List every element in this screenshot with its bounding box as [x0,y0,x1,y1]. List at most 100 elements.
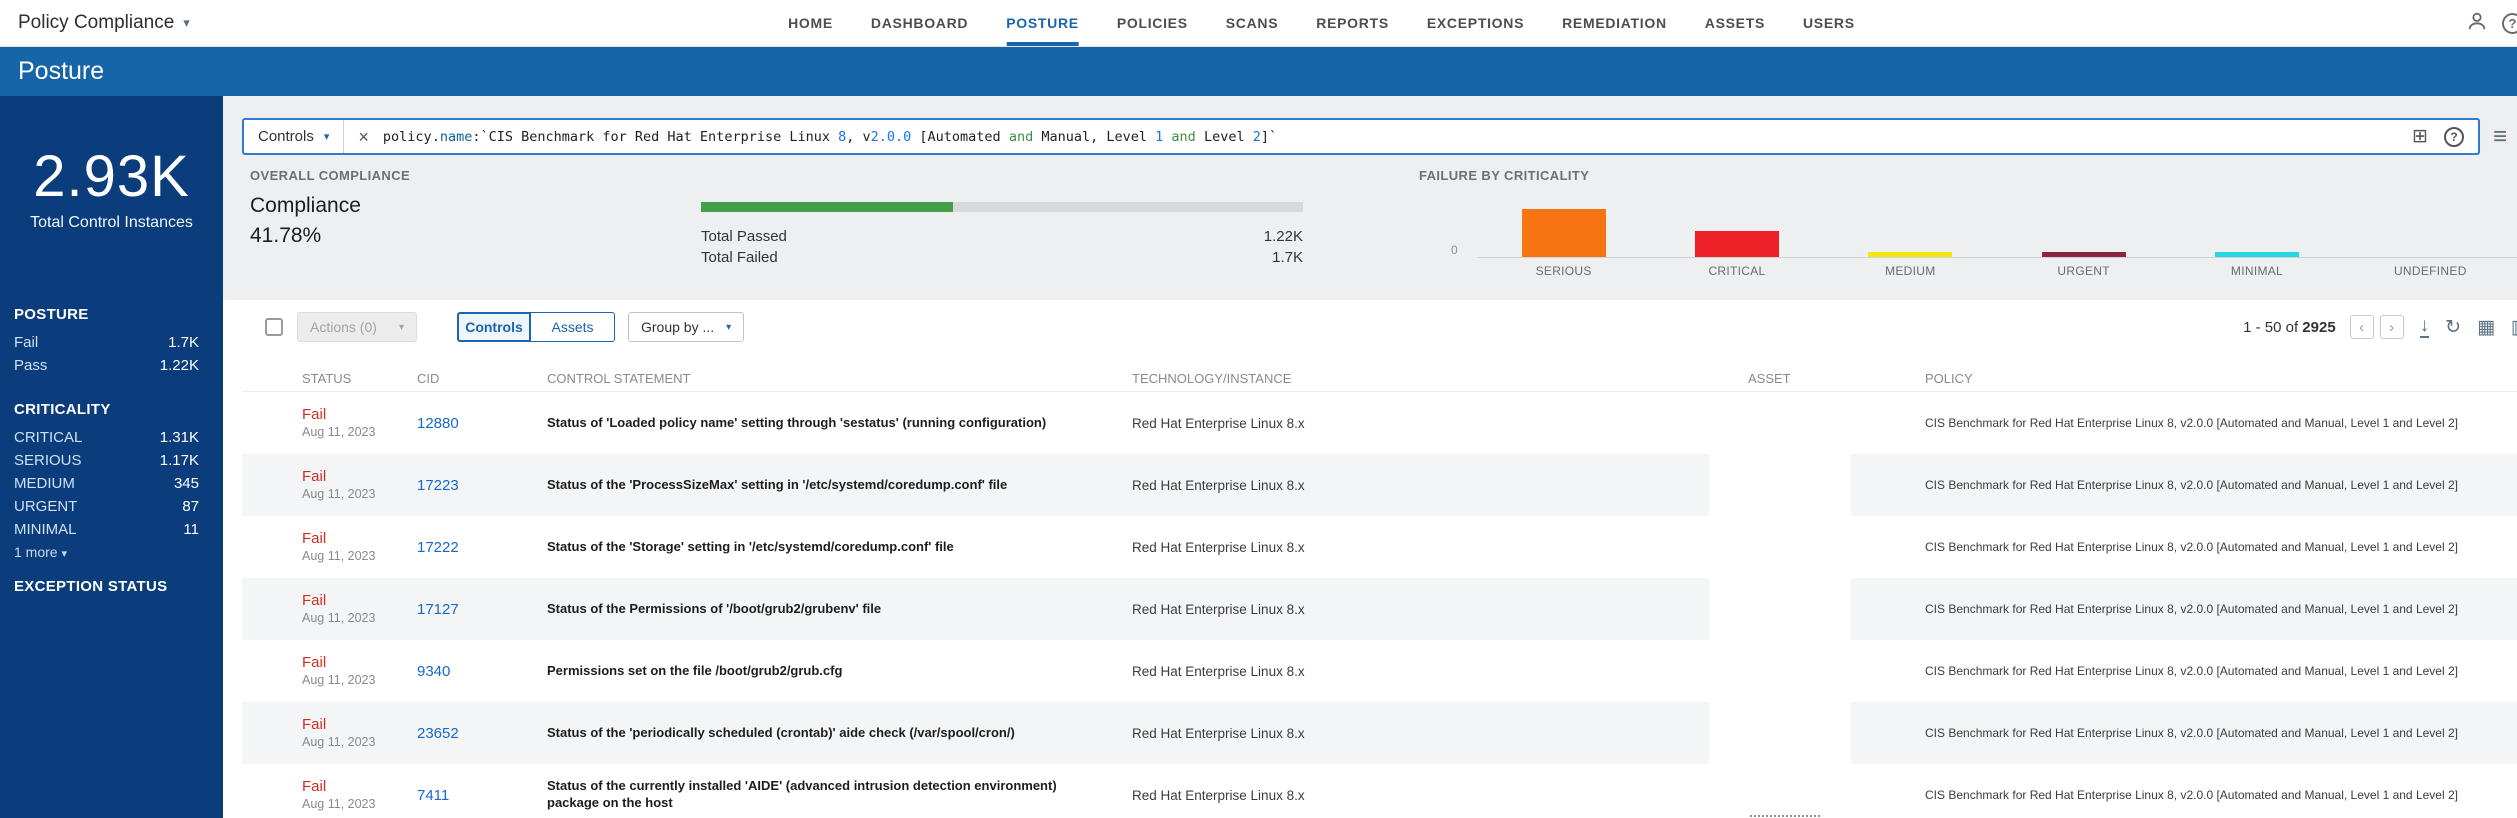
nav-item-users[interactable]: USERS [1803,0,1855,46]
chart-bar-serious[interactable] [1521,209,1606,257]
facet-more-label: 1 more [14,544,58,560]
nav-item-posture[interactable]: POSTURE [1006,0,1079,46]
facet-count: 1.7K [168,334,199,351]
select-all-checkbox[interactable] [265,318,283,336]
nav-item-home[interactable]: HOME [788,0,833,46]
facet-count: 1.22K [159,357,199,374]
view-toggle-assets-label: Assets [551,319,594,335]
nav-item-exceptions[interactable]: EXCEPTIONS [1427,0,1524,46]
col-control-statement[interactable]: CONTROL STATEMENT [547,371,1132,386]
view-toggle-controls[interactable]: Controls [457,312,531,342]
facet-label: Pass [14,357,48,374]
compliance-progress-bar [701,202,1303,212]
chevron-down-icon: ▾ [183,15,190,30]
clear-search-icon[interactable]: × [358,128,369,146]
table-settings-icon[interactable]: ▥ [2511,318,2517,337]
actions-label: Actions (0) [310,319,377,335]
next-page-icon[interactable]: › [2379,315,2404,339]
chart-title: FAILURE BY CRITICALITY [1419,168,1590,183]
truncated-asset-indicator [1750,815,1820,817]
nav-item-reports[interactable]: REPORTS [1316,0,1389,46]
row-policy: CIS Benchmark for Red Hat Enterprise Lin… [1925,664,2458,678]
col-cid[interactable]: CID [417,371,547,386]
table-row[interactable]: Fail Aug 11, 2023 17222 Status of the 'St… [242,516,2517,578]
user-icon[interactable] [2466,10,2488,37]
download-icon[interactable]: ↓ [2419,316,2430,338]
row-statement: Status of 'Loaded policy name' setting t… [547,414,1047,430]
search-help-icon[interactable]: ? [2444,126,2464,147]
row-policy: CIS Benchmark for Red Hat Enterprise Lin… [1925,478,2458,492]
facet-show-more[interactable]: 1 more ▾ [14,544,199,560]
chart-category-medium: MEDIUM [1885,264,1936,278]
help-icon[interactable]: ? [2502,12,2517,34]
table-row[interactable]: Fail Aug 11, 2023 17127 Status of the Per… [242,578,2517,640]
col-status[interactable]: STATUS [302,371,417,386]
nav-item-scans[interactable]: SCANS [1226,0,1279,46]
product-switcher[interactable]: Policy Compliance ▾ [18,12,190,34]
facet-item-serious[interactable]: SERIOUS 1.17K [14,449,199,472]
top-nav: Policy Compliance ▾ HOME DASHBOARD POSTU… [0,0,2517,47]
table-row[interactable]: Fail Aug 11, 2023 12880 Status of 'Loaded… [242,392,2517,454]
add-to-dashboard-icon[interactable]: ⊞ [2412,127,2428,146]
row-date: Aug 11, 2023 [302,487,376,501]
facet-item-fail[interactable]: Fail 1.7K [14,331,199,354]
prev-page-icon[interactable]: ‹ [2349,315,2374,339]
total-control-instances-label: Total Control Instances [30,214,193,231]
chart-category-minimal: MINIMAL [2230,264,2284,278]
page-header: Posture [0,47,2517,96]
table-row[interactable]: Fail Aug 11, 2023 17223 Status of the 'Pr… [242,454,2517,516]
col-technology-instance[interactable]: TECHNOLOGY/INSTANCE [1132,371,1748,386]
compliance-progress-fill [701,202,953,212]
chart-category-critical: CRITICAL [1708,264,1766,278]
facet-count: 1.31K [159,429,199,446]
chart-bar-minimal[interactable] [2214,252,2299,257]
row-statement: Status of the Permissions of '/boot/grub… [547,600,882,616]
facet-label: CRITICAL [14,429,83,446]
refresh-icon[interactable]: ↻ [2445,318,2461,337]
table-row[interactable]: Fail Aug 11, 2023 7411 Status of the curr… [242,764,2517,818]
col-asset[interactable]: ASSET [1748,371,1925,386]
row-policy: CIS Benchmark for Red Hat Enterprise Lin… [1925,540,2458,554]
chevron-down-icon: ▾ [726,321,732,333]
row-cid-link[interactable]: 12880 [417,415,547,432]
facet-item-urgent[interactable]: URGENT 87 [14,495,199,518]
nav-item-dashboard[interactable]: DASHBOARD [871,0,968,46]
facet-item-minimal[interactable]: MINIMAL 11 [14,518,199,541]
main-content: Controls ▾ × policy.name:`CIS Benchmark … [223,96,2517,818]
facet-item-critical[interactable]: CRITICAL 1.31K [14,426,199,449]
row-policy: CIS Benchmark for Red Hat Enterprise Lin… [1925,416,2458,430]
col-policy[interactable]: POLICY [1925,371,2517,386]
total-passed-label: Total Passed [701,228,787,245]
total-control-instances-value: 2.93K [33,144,190,209]
facet-item-pass[interactable]: Pass 1.22K [14,354,199,377]
actions-dropdown[interactable]: Actions (0) ▾ [297,312,417,342]
chart-bar-urgent[interactable] [2041,252,2126,257]
table-row[interactable]: Fail Aug 11, 2023 23652 Status of the 'pe… [242,702,2517,764]
menu-icon[interactable]: ≡ [2493,124,2507,149]
row-status: Fail [302,530,327,547]
search-query-input[interactable]: policy.name:`CIS Benchmark for Red Hat E… [383,129,1277,145]
search-scope-dropdown[interactable]: Controls ▾ [244,120,345,153]
chart-category-undefined: UNDEFINED [2393,264,2467,278]
nav-item-policies[interactable]: POLICIES [1117,0,1188,46]
chart-bar-critical[interactable] [1694,231,1779,257]
row-cid-link[interactable]: 9340 [417,663,547,680]
group-by-dropdown[interactable]: Group by ... ▾ [628,312,745,342]
facet-sidebar: 2.93K Total Control Instances POSTURE Fa… [0,96,223,818]
row-cid-link[interactable]: 7411 [417,787,547,804]
row-cid-link[interactable]: 17222 [417,539,547,556]
column-settings-icon[interactable]: ▦ [2477,318,2495,337]
table-row[interactable]: Fail Aug 11, 2023 9340 Permissions set on… [242,640,2517,702]
row-cid-link[interactable]: 23652 [417,725,547,742]
page-title: Posture [18,57,105,85]
facet-label: SERIOUS [14,452,82,469]
nav-item-remediation[interactable]: REMEDIATION [1562,0,1667,46]
row-cid-link[interactable]: 17127 [417,601,547,618]
row-cid-link[interactable]: 17223 [417,477,547,494]
nav-item-assets[interactable]: ASSETS [1705,0,1765,46]
view-toggle-assets[interactable]: Assets [531,312,615,342]
table-header: STATUS CID CONTROL STATEMENT TECHNOLOGY/… [242,366,2517,392]
facet-item-medium[interactable]: MEDIUM 345 [14,472,199,495]
row-technology: Red Hat Enterprise Linux 8.x [1132,539,1305,555]
chart-bar-medium[interactable] [1868,252,1953,257]
